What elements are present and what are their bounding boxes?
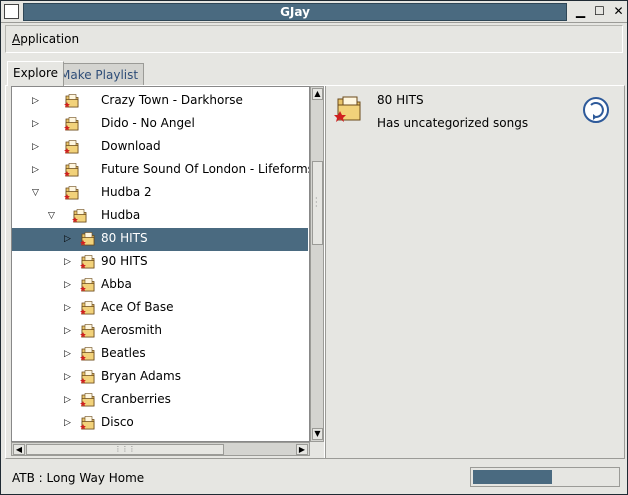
triangle-right-icon[interactable]: ▷ [64,234,74,244]
progress-bar [470,467,620,487]
splitter-grip-icon[interactable]: · · · [315,195,319,211]
tree-row-label: Abba [101,277,132,291]
now-playing-text: ATB : Long Way Home [12,471,145,485]
tree-row-label: Crazy Town - Darkhorse [101,93,243,107]
tree-row[interactable]: ▷ Future Sound Of London - Lifeforms [12,159,310,182]
tree-row[interactable]: ▷ Crazy Town - Darkhorse [12,90,308,113]
triangle-right-icon[interactable]: ▷ [32,142,42,152]
detail-status: Has uncategorized songs [377,116,529,130]
title-bar: GJay ▁ ☐ ✕ [1,1,627,23]
maximize-icon[interactable]: ☐ [592,4,607,19]
tree-horizontal-scrollbar[interactable]: ◀ ⋮⋮⋮ ▶ [11,442,310,456]
music-folder-icon [80,370,95,384]
tree-row[interactable]: ▷ Beatles [12,343,308,366]
triangle-right-icon[interactable]: ▷ [32,119,42,129]
close-icon[interactable]: ✕ [611,4,626,19]
triangle-right-icon[interactable]: ▷ [64,395,74,405]
menu-bar: Application [5,25,623,53]
tree-row[interactable]: ▷ Download [12,136,308,159]
music-folder-icon [80,416,95,430]
tree-row[interactable]: ▽ Hudba 2 [12,182,308,205]
music-folder-icon [80,278,95,292]
music-folder-icon [64,186,79,200]
app-window: GJay ▁ ☐ ✕ Application Explore Make Play… [0,0,628,495]
status-bar: ATB : Long Way Home [5,464,625,492]
tree-row-label: Cranberries [101,392,171,406]
scroll-up-icon[interactable]: ▲ [312,88,323,100]
pane-splitter[interactable] [324,86,326,458]
music-folder-icon [64,140,79,154]
music-folder-icon [64,163,79,177]
tree-row-label: Ace Of Base [101,300,174,314]
tree-row[interactable]: ▷ Bryan Adams [12,366,308,389]
tab-explore[interactable]: Explore [7,61,65,86]
window-menu-button[interactable] [4,4,19,19]
tree-row[interactable]: ▷ Disco [12,412,308,435]
tree-row-label: 90 HITS [101,254,148,268]
detail-title: 80 HITS [377,93,424,107]
music-folder-icon [80,347,95,361]
horizontal-scroll-thumb[interactable]: ⋮⋮⋮ [26,444,224,455]
tree-row[interactable]: ▷ Abba [12,274,308,297]
tree-row-label: Download [101,139,161,153]
music-folder-icon [80,393,95,407]
tree-row-label: Beatles [101,346,146,360]
tab-make-playlist[interactable]: Make Playlist [54,63,145,85]
tree-row-label: Disco [101,415,134,429]
tree-row-label: Hudba [101,208,141,222]
menu-application[interactable]: Application [12,32,79,46]
tree-row-label: 80 HITS [101,231,148,245]
music-folder-icon [80,232,95,246]
triangle-right-icon[interactable]: ▷ [32,96,42,106]
tree-row-label: Aerosmith [101,323,162,337]
tree-row[interactable]: ▷ Ace Of Base [12,297,308,320]
triangle-right-icon[interactable]: ▷ [64,326,74,336]
refresh-icon[interactable] [582,96,610,124]
window-title[interactable]: GJay [23,3,567,21]
music-folder-icon [72,209,87,223]
tree-row[interactable]: ▽ Hudba [12,205,308,228]
tree-row[interactable]: ▷ Dido - No Angel [12,113,308,136]
music-folder-icon [64,94,79,108]
triangle-right-icon[interactable]: ▷ [64,372,74,382]
progress-fill [473,470,552,484]
triangle-right-icon[interactable]: ▷ [64,257,74,267]
music-folder-icon [80,255,95,269]
triangle-down-icon[interactable]: ▽ [32,188,42,198]
folder-tree[interactable]: ▷ Crazy Town - Darkhorse ▷ Dido - No Angel ▷… [11,86,310,442]
tree-row[interactable]: ▷ Aerosmith [12,320,308,343]
tree-row-label: Hudba 2 [101,185,152,199]
triangle-right-icon[interactable]: ▷ [64,418,74,428]
music-folder-icon [80,301,95,315]
triangle-right-icon[interactable]: ▷ [32,165,42,175]
music-folder-icon [64,117,79,131]
triangle-right-icon[interactable]: ▷ [64,303,74,313]
minimize-icon[interactable]: ▁ [573,4,588,19]
tree-row-label: Future Sound Of London - Lifeforms [101,162,310,176]
scroll-right-icon[interactable]: ▶ [296,444,308,455]
tree-row[interactable]: ▷ 90 HITS [12,251,308,274]
tree-row-label: Dido - No Angel [101,116,195,130]
tree-vertical-scrollbar[interactable]: ▲ ▼ [310,86,324,442]
triangle-down-icon[interactable]: ▽ [48,211,58,221]
music-folder-icon [334,96,361,122]
scroll-left-icon[interactable]: ◀ [13,444,25,455]
music-folder-icon [80,324,95,338]
triangle-right-icon[interactable]: ▷ [64,349,74,359]
scroll-down-icon[interactable]: ▼ [312,428,323,440]
tree-row[interactable]: ▷ 80 HITS [12,228,308,251]
triangle-right-icon[interactable]: ▷ [64,280,74,290]
tree-row-label: Bryan Adams [101,369,181,383]
tree-row[interactable]: ▷ Cranberries [12,389,308,412]
